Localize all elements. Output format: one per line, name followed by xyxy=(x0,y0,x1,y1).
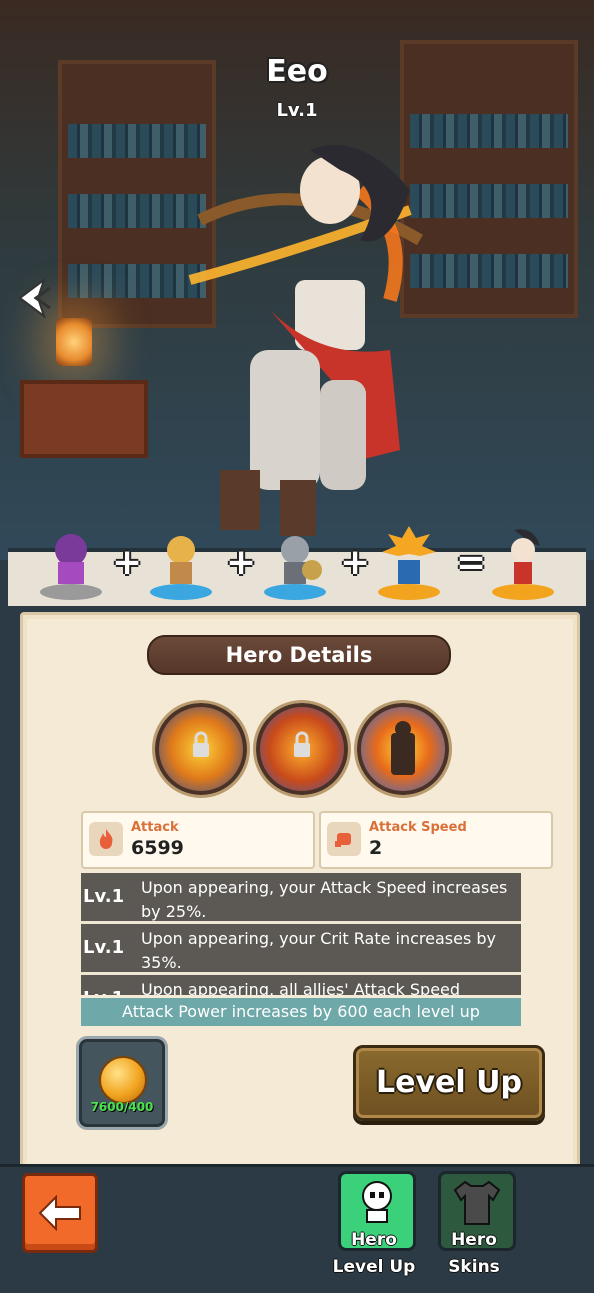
back-arrow-icon xyxy=(38,1195,81,1231)
effect-level: Lv.1 xyxy=(83,937,125,958)
fire-icon xyxy=(89,822,123,856)
merge-unit-4[interactable] xyxy=(372,524,446,604)
merge-unit-1[interactable] xyxy=(34,524,108,604)
effect-level: Lv.1 xyxy=(83,886,125,907)
previous-hero-arrow-icon[interactable] xyxy=(12,272,60,324)
shirt-icon xyxy=(453,1180,501,1225)
tab-label-line2: Skins xyxy=(448,1257,500,1277)
merge-plus-2: + xyxy=(226,542,257,583)
back-button[interactable] xyxy=(22,1173,98,1253)
merge-plus-1: + xyxy=(112,542,143,583)
tab-label-line2: Level Up xyxy=(332,1257,416,1277)
hero-scene: Eeo Lv.1 xyxy=(0,0,594,560)
hero-level: Lv.1 xyxy=(276,100,318,121)
tab-label-line1: Hero xyxy=(451,1230,497,1250)
hero-effects-list[interactable]: Lv.1 Upon appearing, your Attack Speed i… xyxy=(81,873,521,995)
attack-speed-stat-card: Attack Speed 2 xyxy=(319,811,553,869)
merge-unit-2[interactable] xyxy=(144,524,218,604)
skill-fire-shot-icon[interactable] xyxy=(256,703,348,795)
tab-hero-level-up[interactable]: Hero Level Up xyxy=(333,1171,416,1289)
skill-flame-aura-icon[interactable] xyxy=(357,703,449,795)
effect-text: Upon appearing, your Crit Rate increases… xyxy=(141,929,497,972)
attack-stat-card: Attack 6599 xyxy=(81,811,315,869)
merge-equals: = xyxy=(456,542,487,583)
level-up-button[interactable]: Level Up xyxy=(353,1045,545,1121)
coin-cost-box: 7600/400 xyxy=(79,1039,165,1127)
effect-level: Lv.1 xyxy=(81,975,133,995)
attack-label: Attack xyxy=(131,820,179,835)
effect-text: Upon appearing, all allies' Attack Speed xyxy=(141,980,461,995)
lamp xyxy=(56,318,92,366)
tab-label-line1: Hero xyxy=(351,1230,397,1250)
effect-row: Lv.1 Upon appearing, your Attack Speed i… xyxy=(81,873,521,924)
hero-portrait xyxy=(188,145,424,536)
levelup-bonus-note: Attack Power increases by 600 each level… xyxy=(81,998,521,1026)
skill-fire-slash-icon[interactable] xyxy=(155,703,247,795)
coin-count: 7600/400 xyxy=(90,1100,154,1114)
effect-text: Upon appearing, your Attack Speed increa… xyxy=(141,878,508,921)
attack-speed-value: 2 xyxy=(369,837,383,859)
effect-row: Lv.1 Upon appearing, your Crit Rate incr… xyxy=(81,924,521,975)
merge-result-unit[interactable] xyxy=(486,524,560,604)
tab-hero-skins[interactable]: Hero Skins xyxy=(434,1171,516,1289)
hero-details-panel: Hero Details Attack 6599 Attack Speed 2 … xyxy=(20,612,580,1178)
hero-name: Eeo xyxy=(266,54,328,89)
panel-title: Hero Details xyxy=(147,635,451,675)
attack-value: 6599 xyxy=(131,837,184,859)
merge-unit-3[interactable] xyxy=(258,524,332,604)
bottom-nav-bar: Hero Level Up Hero Skins xyxy=(0,1164,594,1293)
fist-icon xyxy=(327,822,361,856)
gold-coin-icon xyxy=(99,1056,147,1104)
attack-speed-label: Attack Speed xyxy=(369,820,467,835)
merge-plus-3: + xyxy=(340,542,371,583)
skull-icon xyxy=(362,1181,392,1223)
effect-row: Lv.1 Upon appearing, all allies' Attack … xyxy=(81,975,521,995)
desk xyxy=(20,380,148,458)
merge-recipe: + + + = xyxy=(8,526,586,606)
